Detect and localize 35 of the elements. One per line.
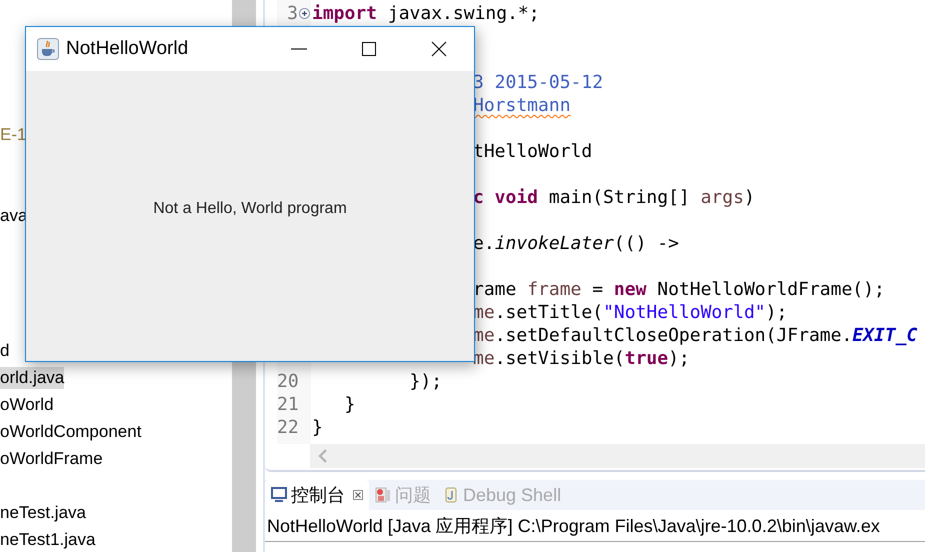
line-number: 20: [277, 370, 299, 393]
code-line: }: [312, 417, 323, 438]
code-line: Horstmann: [473, 95, 571, 116]
file-tree-item[interactable]: neTest.java: [0, 502, 86, 524]
line-number: 22: [277, 416, 299, 439]
minimize-icon: [291, 48, 307, 50]
chevron-left-icon[interactable]: [318, 449, 328, 463]
code-line: c void main(String[] args): [473, 187, 755, 208]
view-tab[interactable]: 控制台: [265, 480, 369, 510]
console-header: NotHelloWorld [Java 应用程序] C:\Program Files\Java\jre-10.0.2\bin\javaw.ex: [265, 510, 925, 542]
message-label: Not a Hello, World program: [153, 200, 347, 218]
close-icon[interactable]: [353, 490, 363, 500]
library-label: E-1: [0, 124, 26, 146]
line-number: 3: [287, 2, 298, 25]
coffee-cup-icon: [37, 38, 59, 60]
file-tree-item[interactable]: d: [0, 340, 10, 362]
code-line: import javax.swing.*;: [312, 3, 540, 24]
close-icon: [431, 41, 447, 57]
code-line: });: [408, 371, 442, 392]
problems-icon: [375, 487, 391, 503]
file-tree-item[interactable]: oWorldFrame: [0, 448, 103, 470]
monitor-icon: [271, 487, 287, 503]
file-tree-item[interactable]: orld.java: [0, 366, 64, 388]
horizontal-scrollbar[interactable]: [310, 444, 925, 468]
file-tree-item[interactable]: oWorld: [0, 394, 54, 416]
document-icon: [443, 487, 459, 503]
maximize-icon: [361, 41, 377, 57]
code-line: tHelloWorld: [473, 141, 592, 162]
code-line: rame frame = new NotHelloWorldFrame();: [473, 279, 885, 300]
file-tree-item[interactable]: oWorldComponent: [0, 420, 142, 442]
expand-icon[interactable]: [299, 8, 310, 19]
code-line: }: [344, 394, 356, 415]
line-number: 21: [277, 393, 299, 416]
file-tree-item[interactable]: neTest1.java: [0, 528, 96, 550]
window-title: NotHelloWorld: [66, 38, 190, 60]
